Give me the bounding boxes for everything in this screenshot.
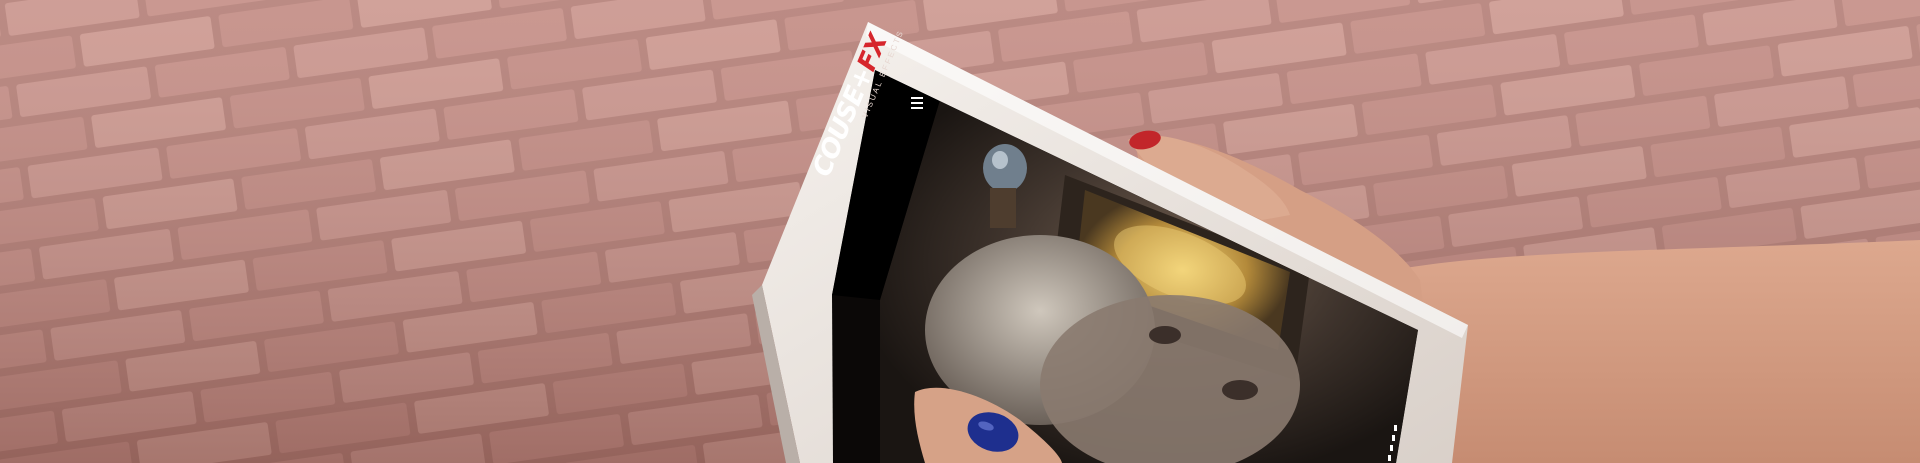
menu-bar (911, 102, 923, 104)
menu-bar (911, 97, 923, 99)
hamburger-menu-icon[interactable] (906, 92, 928, 114)
photo-scene: COUSE+FX VISUAL EFFECTS (0, 0, 1920, 463)
scene-illustration (0, 0, 1920, 463)
menu-bar (911, 107, 923, 109)
